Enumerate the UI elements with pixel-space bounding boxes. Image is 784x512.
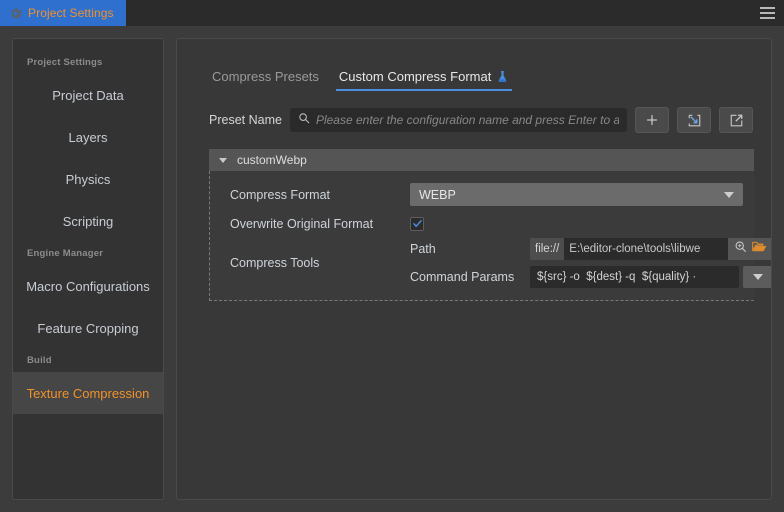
window-tab-project-settings[interactable]: Project Settings <box>0 0 126 26</box>
sidebar-item-physics[interactable]: Physics <box>13 158 163 200</box>
add-preset-button[interactable] <box>635 107 669 133</box>
tab-custom-compress-format[interactable]: Custom Compress Format <box>335 69 513 91</box>
group-header-customwebp[interactable]: customWebp <box>209 149 754 171</box>
path-label: Path <box>410 242 436 256</box>
chevron-down-icon[interactable] <box>219 157 227 163</box>
sub-row-command-params: Command Params <box>410 266 771 288</box>
tab-label: Compress Presets <box>212 69 319 84</box>
field-row-compress-format: Compress Format WEBP <box>210 180 753 209</box>
sidebar-group-title: Build <box>27 355 52 366</box>
check-icon <box>412 220 422 227</box>
path-action-icons <box>728 238 771 260</box>
overwrite-original-format-label: Overwrite Original Format <box>230 216 374 231</box>
compress-format-label: Compress Format <box>230 187 331 202</box>
magnifier-icon[interactable] <box>734 240 747 258</box>
path-field-wrapper: file:// <box>530 238 771 260</box>
hamburger-line <box>759 12 775 14</box>
preset-name-input[interactable] <box>315 113 619 127</box>
sidebar-group-title: Engine Manager <box>27 248 104 259</box>
preset-name-search-box[interactable] <box>289 108 627 132</box>
preset-name-label: Preset Name <box>209 113 282 127</box>
tab-compress-presets[interactable]: Compress Presets <box>209 69 322 91</box>
command-params-label: Command Params <box>410 270 515 284</box>
title-bar: Project Settings <box>0 0 784 26</box>
command-params-wrapper <box>530 266 771 288</box>
main-panel-filler <box>195 301 753 485</box>
compress-tools-label: Compress Tools <box>230 256 320 270</box>
group-body: Compress Format WEBP Overwrite Original … <box>209 171 771 301</box>
sidebar-group-title: Project Settings <box>27 57 103 68</box>
compress-format-select[interactable]: WEBP <box>410 183 743 206</box>
export-icon <box>730 114 742 126</box>
chevron-down-icon <box>724 191 734 198</box>
sidebar: Project Settings Project Data Layers Phy… <box>12 38 164 500</box>
field-row-compress-tools: Compress Tools Path file:// E:\editor-cl… <box>210 238 771 288</box>
path-input[interactable] <box>564 238 729 260</box>
sidebar-item-feature-cropping[interactable]: Feature Cropping <box>13 307 163 349</box>
custom-format-group: customWebp Compress Format WEBP Overwrit… <box>209 149 771 301</box>
chevron-down-icon <box>753 274 764 280</box>
flask-icon <box>496 70 509 84</box>
sidebar-item-scripting[interactable]: Scripting <box>13 200 163 242</box>
main-panel: Compress Presets Custom Compress Format … <box>176 38 772 500</box>
compress-tools-fields: Path file:// E:\editor-clone\tools\libwe… <box>410 238 771 288</box>
sub-row-path: Path file:// <box>410 238 771 260</box>
window-body: Project Settings Project Data Layers Phy… <box>0 26 784 512</box>
overwrite-original-format-checkbox[interactable] <box>410 216 424 231</box>
sidebar-item-layers[interactable]: Layers <box>13 116 163 158</box>
command-params-dropdown-button[interactable] <box>743 266 771 288</box>
preset-name-row: Preset Name <box>209 107 753 133</box>
hamburger-menu-icon[interactable] <box>750 0 784 26</box>
folder-open-icon[interactable] <box>752 240 767 258</box>
hamburger-line <box>759 17 775 19</box>
command-params-input[interactable] <box>530 266 740 288</box>
search-icon <box>298 111 310 129</box>
title-bar-spacer <box>126 0 750 26</box>
group-title: customWebp <box>237 153 307 167</box>
path-protocol-prefix: file:// <box>530 238 565 260</box>
sidebar-item-texture-compression[interactable]: Texture Compression <box>13 372 163 414</box>
import-preset-button[interactable] <box>677 107 711 133</box>
sidebar-item-project-data[interactable]: Project Data <box>13 74 163 116</box>
hamburger-line <box>759 7 775 9</box>
import-icon <box>688 114 700 126</box>
gear-icon <box>9 7 22 20</box>
export-preset-button[interactable] <box>719 107 753 133</box>
field-row-overwrite-original-format: Overwrite Original Format <box>210 209 753 238</box>
compress-format-value: WEBP <box>419 187 456 202</box>
window-tab-label: Project Settings <box>28 6 114 20</box>
tab-bar: Compress Presets Custom Compress Format <box>209 59 753 91</box>
plus-icon <box>647 115 657 125</box>
tab-label: Custom Compress Format <box>338 69 492 84</box>
sidebar-item-macro-configurations[interactable]: Macro Configurations <box>13 265 163 307</box>
app-window: Project Settings Project Settings Projec… <box>0 0 784 512</box>
